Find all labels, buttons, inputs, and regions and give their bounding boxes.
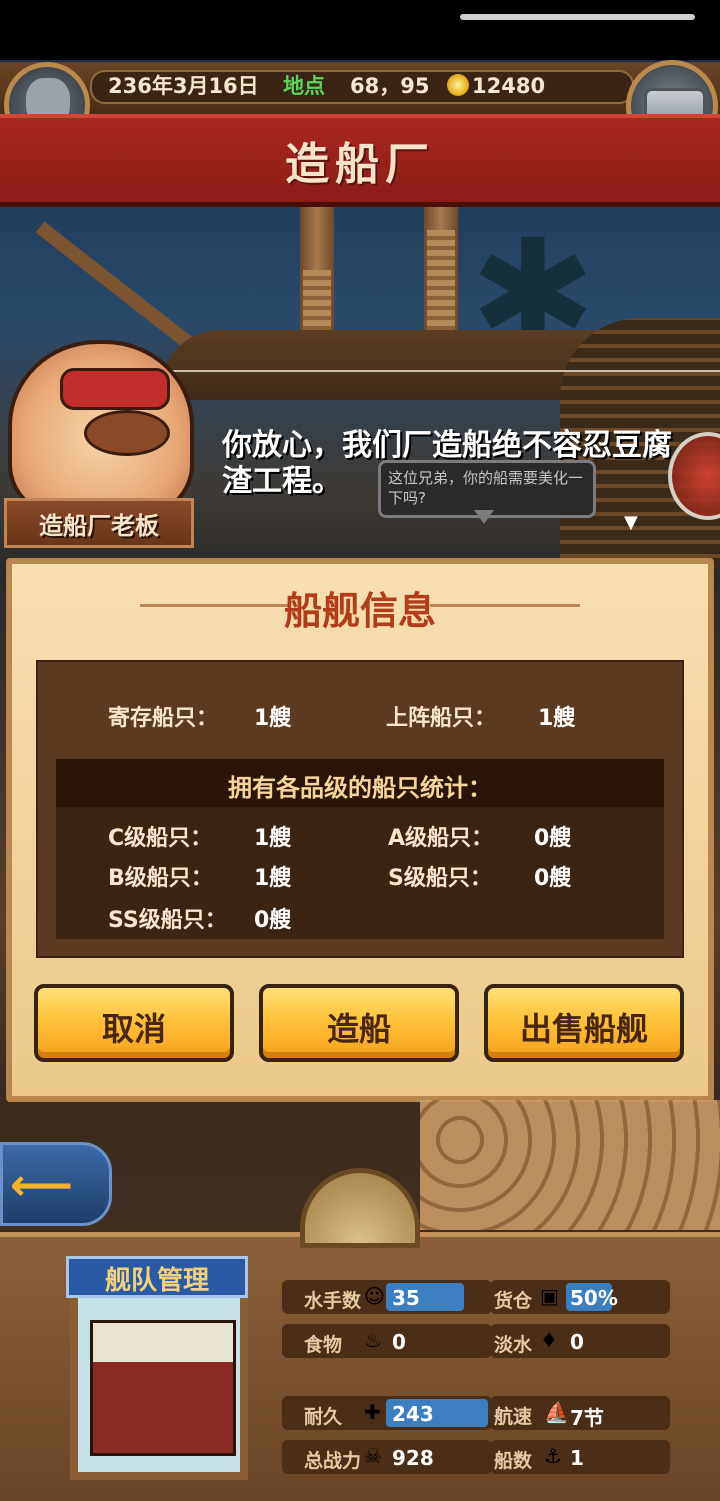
stat-label: 水手数 [304,1290,362,1312]
grade-b-value: 1艘 [254,866,292,891]
stored-ships-label: 寄存船只： [108,706,219,731]
dialog-divider [170,370,720,372]
speaker-name: 造船厂老板 [39,512,159,540]
stat-value: 50% [570,1286,618,1310]
deployed-ships-value: 1艘 [538,706,576,731]
stat-value: 1 [570,1446,584,1470]
durability-icon: ✚ [364,1400,381,1424]
stat-label: 总战力 [304,1450,362,1472]
stat-label: 耐久 [304,1406,343,1428]
stat-value: 243 [392,1402,434,1426]
date-text: 236年3月16日 [108,74,259,98]
grade-c-label: C级船只： [108,826,213,851]
grade-a-label: A级船只： [388,826,494,851]
log-pile [420,1100,720,1230]
speech-bubble-text: 这位兄弟，你的船需要美化一下吗? [388,469,584,507]
fleet-management-label[interactable]: 舰队管理 [66,1260,248,1297]
dialog-next-icon[interactable]: ▼ [624,512,638,533]
cancel-button-label: 取消 [101,1010,166,1048]
stat-label: 淡水 [494,1334,533,1356]
deployed-ships-label: 上阵船只： [386,706,497,731]
stat-value: 0 [570,1330,584,1354]
stat-value: 7节 [570,1406,604,1430]
coin-icon [447,74,469,96]
grade-s-value: 0艘 [534,866,572,891]
grade-header: 拥有各品级的船只统计： [228,774,492,802]
ship-speed-icon: ⛵ [544,1400,569,1424]
beard-icon [84,410,170,456]
build-ship-button-label: 造船 [326,1010,391,1048]
ship-count-icon: ⚓ [544,1444,562,1468]
grade-ss-label: SS级船只： [108,908,227,933]
water-icon: ♦ [540,1328,558,1352]
stat-label: 食物 [304,1334,343,1356]
meat-icon: ♨ [364,1328,382,1352]
cargo-icon: ▣ [540,1284,559,1308]
status-bar [0,0,720,60]
home-indicator [460,14,695,20]
grade-ss-value: 0艘 [254,908,292,933]
stat-value: 0 [392,1330,406,1354]
page-title: 造船厂 [285,139,435,190]
stat-label: 货仓 [494,1290,533,1312]
panel-title: 船舰信息 [283,589,436,633]
stored-ships-value: 1艘 [254,706,292,731]
grade-s-label: S级船只： [388,866,492,891]
speech-bubble-tail [474,510,494,524]
stat-value: 928 [392,1446,434,1470]
bandana-icon [60,368,170,410]
location-label: 地点 [283,74,325,98]
grade-b-label: B级船只： [108,866,213,891]
stat-value: 35 [392,1286,420,1310]
sailor-icon: ☺ [364,1284,385,1308]
grade-c-value: 1艘 [254,826,292,851]
combat-icon: ☠ [364,1444,382,1468]
stat-label: 船数 [494,1450,533,1472]
stat-label: 航速 [494,1406,533,1428]
fleet-ship-icon [90,1320,236,1456]
coin-count: 12480 [472,74,546,98]
back-arrow-icon: ⟵ [10,1160,74,1211]
sell-ship-button-label: 出售船舰 [519,1010,648,1048]
location-value: 68，95 [350,74,430,98]
grade-a-value: 0艘 [534,826,572,851]
